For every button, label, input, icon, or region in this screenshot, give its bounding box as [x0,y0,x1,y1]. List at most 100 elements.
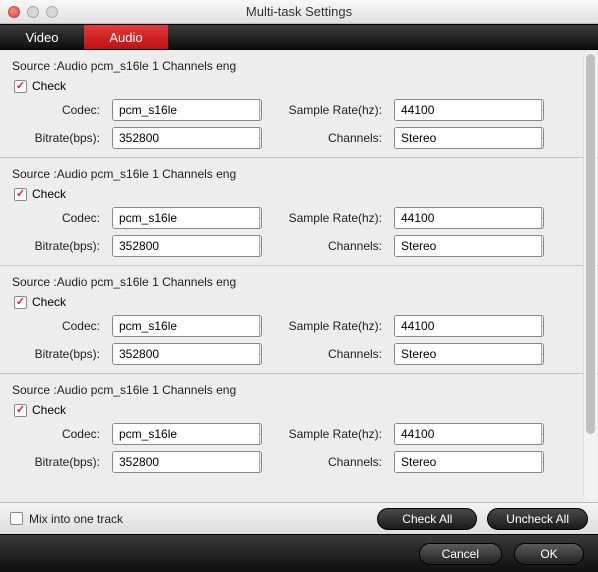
stepper-up-icon[interactable]: ▲ [542,236,544,247]
check-label: Check [32,79,66,93]
source-line: Source :Audio pcm_s16le 1 Channels eng [10,56,588,76]
stepper-up-icon[interactable]: ▲ [542,344,544,355]
check-track-checkbox[interactable]: ✓ [14,188,27,201]
samplerate-input[interactable] [395,316,541,336]
samplerate-input[interactable] [395,100,541,120]
channels-input[interactable] [395,236,541,256]
codec-input[interactable] [113,424,259,444]
stepper-down-icon[interactable]: ▼ [260,139,262,149]
bitrate-label: Bitrate(bps): [16,239,102,253]
source-line: Source :Audio pcm_s16le 1 Channels eng [10,272,588,292]
stepper-down-icon[interactable]: ▼ [542,327,544,337]
stepper-up-icon[interactable]: ▲ [542,128,544,139]
samplerate-input[interactable] [395,208,541,228]
tab-video[interactable]: Video [0,25,84,49]
stepper-down-icon[interactable]: ▼ [542,463,544,473]
titlebar: Multi-task Settings [0,0,598,24]
stepper-up-icon[interactable]: ▲ [260,100,262,111]
channels-stepper[interactable]: ▲▼ [394,127,544,149]
channels-input[interactable] [395,344,541,364]
samplerate-stepper[interactable]: ▲▼ [394,99,544,121]
tab-audio[interactable]: Audio [84,25,168,49]
track-block: Source :Audio pcm_s16le 1 Channels eng ✓ C… [0,50,598,157]
track-block: Source :Audio pcm_s16le 1 Channels eng ✓ C… [0,373,598,481]
channels-input[interactable] [395,128,541,148]
stepper-down-icon[interactable]: ▼ [542,219,544,229]
channels-label: Channels: [272,347,384,361]
stepper-down-icon[interactable]: ▼ [260,435,262,445]
codec-label: Codec: [16,103,102,117]
bitrate-input[interactable] [113,236,259,256]
codec-stepper[interactable]: ▲▼ [112,99,262,121]
codec-stepper[interactable]: ▲▼ [112,315,262,337]
stepper-down-icon[interactable]: ▼ [542,111,544,121]
stepper-up-icon[interactable]: ▲ [542,316,544,327]
check-track-checkbox[interactable]: ✓ [14,404,27,417]
channels-stepper[interactable]: ▲▼ [394,451,544,473]
cancel-button[interactable]: Cancel [419,543,502,565]
bitrate-label: Bitrate(bps): [16,347,102,361]
check-label: Check [32,295,66,309]
channels-stepper[interactable]: ▲▼ [394,343,544,365]
channels-input[interactable] [395,452,541,472]
samplerate-stepper[interactable]: ▲▼ [394,315,544,337]
check-track-checkbox[interactable]: ✓ [14,80,27,93]
stepper-up-icon[interactable]: ▲ [260,452,262,463]
track-block: Source :Audio pcm_s16le 1 Channels eng✓C… [0,157,598,265]
scrollbar[interactable] [583,52,597,500]
stepper-down-icon[interactable]: ▼ [260,327,262,337]
source-line: Source :Audio pcm_s16le 1 Channels eng [10,380,588,400]
stepper-down-icon[interactable]: ▼ [542,139,544,149]
stepper-down-icon[interactable]: ▼ [542,435,544,445]
track-block: Source :Audio pcm_s16le 1 Channels eng ✓ C… [0,265,598,373]
check-label: Check [32,187,66,201]
stepper-up-icon[interactable]: ▲ [260,236,262,247]
action-bar: Cancel OK [0,534,598,572]
stepper-up-icon[interactable]: ▲ [260,208,262,219]
stepper-down-icon[interactable]: ▼ [260,111,262,121]
mix-label: Mix into one track [29,512,123,526]
bitrate-input[interactable] [113,344,259,364]
stepper-up-icon[interactable]: ▲ [542,100,544,111]
samplerate-input[interactable] [395,424,541,444]
stepper-down-icon[interactable]: ▼ [542,247,544,257]
bitrate-input[interactable] [113,452,259,472]
bitrate-input[interactable] [113,128,259,148]
samplerate-stepper[interactable]: ▲▼ [394,423,544,445]
stepper-down-icon[interactable]: ▼ [260,247,262,257]
stepper-down-icon[interactable]: ▼ [260,355,262,365]
bitrate-label: Bitrate(bps): [16,455,102,469]
bitrate-stepper[interactable]: ▲▼ [112,235,262,257]
stepper-up-icon[interactable]: ▲ [542,208,544,219]
tracks-scroll-area: Source :Audio pcm_s16le 1 Channels eng ✓ C… [0,50,598,502]
stepper-down-icon[interactable]: ▼ [260,219,262,229]
stepper-up-icon[interactable]: ▲ [260,344,262,355]
channels-stepper[interactable]: ▲▼ [394,235,544,257]
scrollbar-thumb[interactable] [586,54,595,434]
stepper-down-icon[interactable]: ▼ [542,355,544,365]
bitrate-stepper[interactable]: ▲▼ [112,127,262,149]
stepper-down-icon[interactable]: ▼ [260,463,262,473]
check-track-checkbox[interactable]: ✓ [14,296,27,309]
codec-input[interactable] [113,208,259,228]
bitrate-stepper[interactable]: ▲▼ [112,451,262,473]
codec-input[interactable] [113,100,259,120]
tab-bar: Video Audio [0,24,598,50]
codec-stepper[interactable]: ▲▼ [112,423,262,445]
codec-input[interactable] [113,316,259,336]
mix-checkbox[interactable] [10,512,23,525]
channels-label: Channels: [272,239,384,253]
stepper-up-icon[interactable]: ▲ [260,128,262,139]
samplerate-stepper[interactable]: ▲▼ [394,207,544,229]
stepper-up-icon[interactable]: ▲ [542,424,544,435]
codec-label: Codec: [16,427,102,441]
stepper-up-icon[interactable]: ▲ [260,316,262,327]
ok-button[interactable]: OK [514,543,584,565]
codec-stepper[interactable]: ▲▼ [112,207,262,229]
stepper-up-icon[interactable]: ▲ [260,424,262,435]
bitrate-stepper[interactable]: ▲▼ [112,343,262,365]
uncheck-all-button[interactable]: Uncheck All [487,508,588,530]
stepper-up-icon[interactable]: ▲ [542,452,544,463]
samplerate-label: Sample Rate(hz): [272,103,384,117]
check-all-button[interactable]: Check All [377,508,477,530]
